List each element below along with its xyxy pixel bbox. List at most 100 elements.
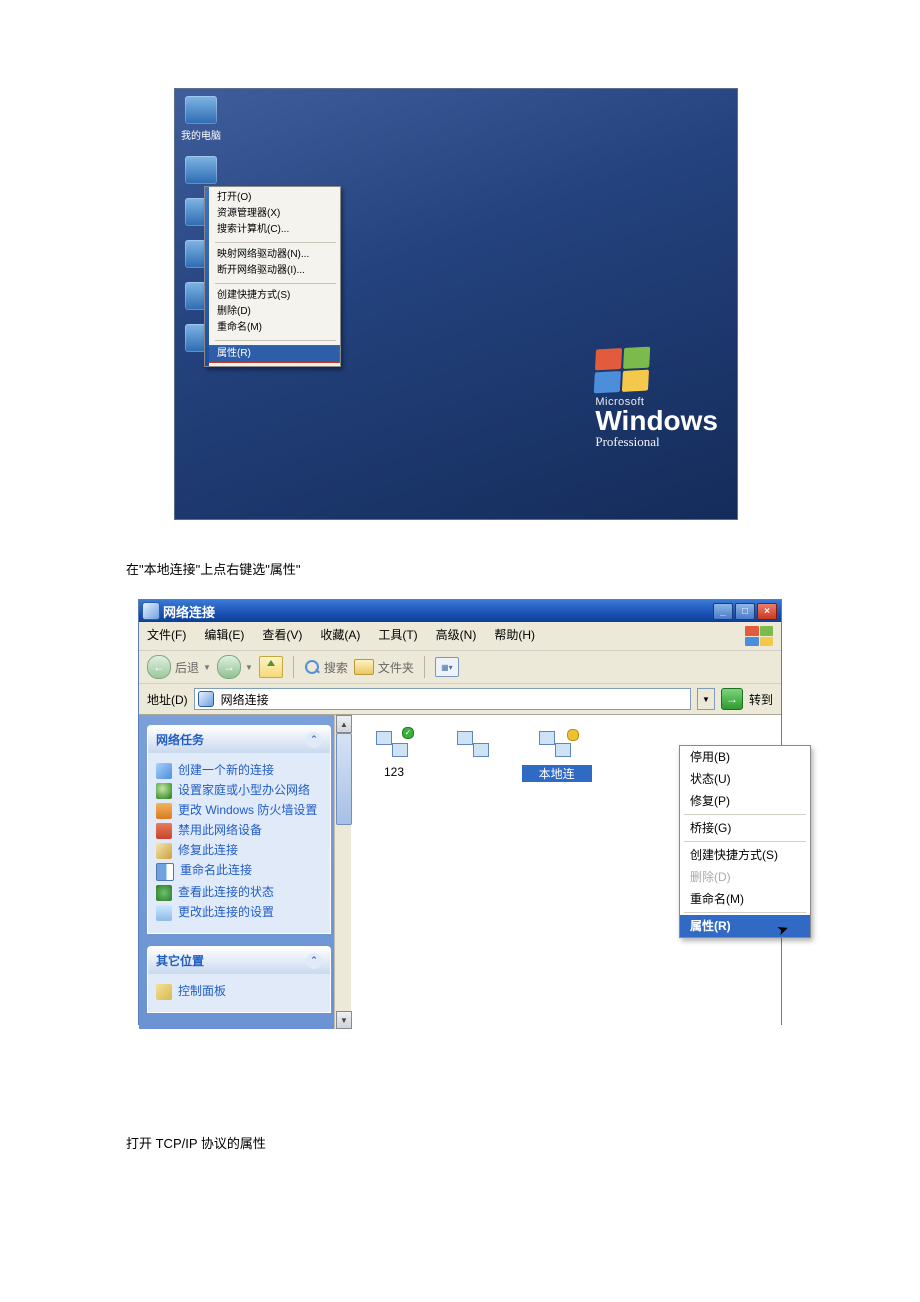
- menu-tools[interactable]: 工具(T): [378, 626, 417, 646]
- task-home-network[interactable]: 设置家庭或小型办公网络: [156, 783, 322, 799]
- menubar: 文件(F) 编辑(E) 查看(V) 收藏(A) 工具(T) 高级(N) 帮助(H…: [139, 622, 781, 651]
- ctx-item-explorer[interactable]: 资源管理器(X): [217, 206, 334, 222]
- forward-button[interactable]: → ▼: [217, 655, 253, 679]
- ctx2-bridge[interactable]: 桥接(G): [680, 817, 810, 839]
- task-sidebar: 网络任务 ⌃ 创建一个新的连接 设置家庭或小型办公网络 更改 Windows 防…: [139, 715, 339, 1029]
- arrow-left-icon: ←: [147, 655, 171, 679]
- address-bar: 地址(D) 网络连接 ▼ → 转到: [139, 684, 781, 715]
- connection-icon: [457, 731, 493, 761]
- window-content: 网络任务 ⌃ 创建一个新的连接 设置家庭或小型办公网络 更改 Windows 防…: [139, 715, 781, 1029]
- address-field[interactable]: 网络连接: [194, 688, 691, 710]
- ctx2-delete: 删除(D): [680, 866, 810, 888]
- generic-icon: [185, 156, 217, 184]
- ctx2-repair[interactable]: 修复(P): [680, 790, 810, 812]
- folders-label: 文件夹: [378, 659, 414, 676]
- windows-flag-icon: [594, 347, 651, 394]
- ctx-item-map-drive[interactable]: 映射网络驱动器(N)...: [217, 247, 334, 263]
- ctx2-status[interactable]: 状态(U): [680, 768, 810, 790]
- brand-professional: Professional: [595, 434, 718, 450]
- address-label: 地址(D): [147, 691, 188, 708]
- menu-adv[interactable]: 高级(N): [436, 626, 477, 646]
- task-disable[interactable]: 禁用此网络设备: [156, 823, 322, 839]
- folder-icon: [354, 659, 374, 675]
- connection-2[interactable]: [440, 731, 510, 765]
- task-settings[interactable]: 更改此连接的设置: [156, 905, 322, 921]
- ctx-item-open[interactable]: 打开(O): [217, 190, 334, 206]
- menu-view[interactable]: 查看(V): [262, 626, 302, 646]
- back-button[interactable]: ← 后退 ▼: [147, 655, 211, 679]
- ctx-item-search[interactable]: 搜索计算机(C)...: [217, 222, 334, 238]
- panel-other-places: 其它位置 ⌃ 控制面板: [147, 946, 331, 1013]
- instruction-caption-2: 打开 TCP/IP 协议的属性: [126, 1133, 266, 1152]
- ctx-item-properties[interactable]: 属性(R): [205, 345, 340, 363]
- brand-windows: Windows: [595, 408, 718, 434]
- status-icon: [156, 885, 172, 901]
- connection-123[interactable]: ✓ 123: [359, 731, 429, 779]
- new-connection-icon: [156, 763, 172, 779]
- task-rename[interactable]: 重命名此连接: [156, 863, 322, 881]
- titlebar[interactable]: 网络连接 _ □ ×: [139, 600, 781, 622]
- connection-label: 本地连: [522, 765, 592, 782]
- panel-header[interactable]: 其它位置 ⌃: [148, 947, 330, 974]
- task-new-connection[interactable]: 创建一个新的连接: [156, 763, 322, 779]
- address-dropdown[interactable]: ▼: [697, 688, 715, 710]
- task-firewall[interactable]: 更改 Windows 防火墙设置: [156, 803, 322, 819]
- task-status[interactable]: 查看此连接的状态: [156, 885, 322, 901]
- maximize-button[interactable]: □: [735, 603, 755, 620]
- menu-fav[interactable]: 收藏(A): [320, 626, 360, 646]
- close-button[interactable]: ×: [757, 603, 777, 620]
- task-repair[interactable]: 修复此连接: [156, 843, 322, 859]
- menu-file[interactable]: 文件(F): [147, 626, 186, 646]
- menu-edit[interactable]: 编辑(E): [204, 626, 244, 646]
- toolbar: ← 后退 ▼ → ▼ 搜索 文件夹 ▦▾: [139, 651, 781, 684]
- arrow-right-icon: →: [217, 655, 241, 679]
- control-panel-icon: [156, 984, 172, 1000]
- views-button[interactable]: ▦▾: [435, 657, 459, 677]
- panel-title: 网络任务: [156, 731, 204, 748]
- rename-icon: [156, 863, 174, 881]
- panel-network-tasks: 网络任务 ⌃ 创建一个新的连接 设置家庭或小型办公网络 更改 Windows 防…: [147, 725, 331, 934]
- network-connections-window: 网络连接 _ □ × 文件(F) 编辑(E) 查看(V) 收藏(A) 工具(T)…: [138, 599, 782, 1025]
- desktop-icon[interactable]: [180, 156, 222, 184]
- desktop-screenshot: 我的电脑 打开(O) 资源管理器(X) 搜索计算机(C)... 映射网络驱动器(…: [174, 88, 738, 520]
- ctx2-shortcut[interactable]: 创建快捷方式(S): [680, 844, 810, 866]
- connections-pane: ✓ 123 本地连 停用(B) 状态(U) 修: [339, 715, 781, 1029]
- minimize-button[interactable]: _: [713, 603, 733, 620]
- connection-label: 123: [359, 765, 429, 779]
- other-control-panel[interactable]: 控制面板: [156, 984, 322, 1000]
- connection-context-menu[interactable]: 停用(B) 状态(U) 修复(P) 桥接(G) 创建快捷方式(S) 删除(D) …: [679, 745, 811, 938]
- brand-microsoft: Microsoft: [595, 396, 718, 408]
- windows-brand-logo: Microsoft Windows Professional: [595, 348, 718, 450]
- ctx2-disable[interactable]: 停用(B): [680, 746, 810, 768]
- separator: [293, 656, 294, 678]
- ctx-item-shortcut[interactable]: 创建快捷方式(S): [217, 288, 334, 304]
- network-icon: [199, 692, 213, 706]
- computer-icon: [185, 96, 217, 124]
- ctx-item-rename[interactable]: 重命名(M): [217, 320, 334, 336]
- ctx-item-delete[interactable]: 删除(D): [217, 304, 334, 320]
- up-button[interactable]: [259, 656, 283, 678]
- plug-icon: [156, 823, 172, 839]
- wrench-icon: [156, 843, 172, 859]
- panel-title: 其它位置: [156, 952, 204, 969]
- shield-icon: [156, 803, 172, 819]
- panel-header[interactable]: 网络任务 ⌃: [148, 726, 330, 753]
- desktop-icon-my-computer[interactable]: 我的电脑: [180, 96, 222, 142]
- instruction-caption-1: 在"本地连接"上点右键选"属性": [126, 559, 300, 578]
- ctx2-rename[interactable]: 重命名(M): [680, 888, 810, 910]
- ctx-item-disconnect-drive[interactable]: 断开网络驱动器(I)...: [217, 263, 334, 279]
- go-button[interactable]: →: [721, 688, 743, 710]
- connection-icon: [539, 731, 575, 761]
- search-icon: [304, 659, 320, 675]
- back-label: 后退: [175, 659, 199, 676]
- menu-help[interactable]: 帮助(H): [494, 626, 535, 646]
- context-menu[interactable]: 打开(O) 资源管理器(X) 搜索计算机(C)... 映射网络驱动器(N)...…: [204, 186, 341, 367]
- settings-icon: [156, 905, 172, 921]
- go-label: 转到: [749, 691, 773, 708]
- folders-button[interactable]: 文件夹: [354, 659, 414, 676]
- network-icon: [143, 603, 159, 619]
- search-button[interactable]: 搜索: [304, 659, 348, 676]
- connection-local[interactable]: 本地连: [522, 731, 592, 782]
- chevron-up-icon: ⌃: [306, 732, 322, 748]
- chevron-up-icon: ⌃: [306, 953, 322, 969]
